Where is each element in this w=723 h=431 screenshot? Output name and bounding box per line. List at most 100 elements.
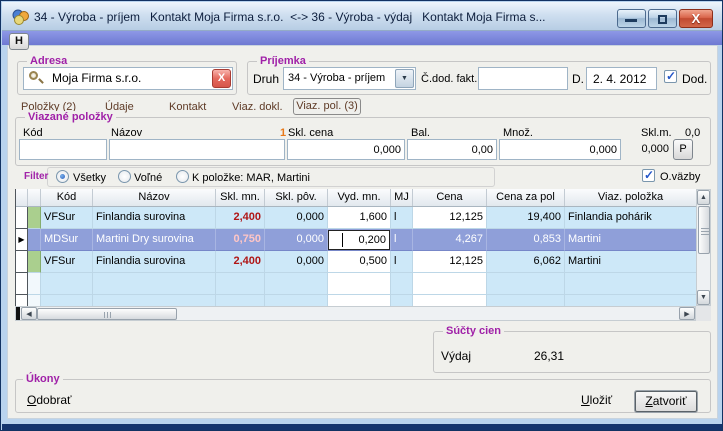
odobrat-action[interactable]: Odobrať — [27, 393, 72, 407]
table-cell[interactable] — [216, 295, 265, 306]
close-button[interactable]: X — [679, 9, 713, 28]
table-cell[interactable]: l — [391, 207, 413, 229]
table-cell[interactable] — [328, 295, 391, 306]
column-header-1[interactable]: Kód — [41, 189, 93, 206]
splitter-handle[interactable] — [16, 307, 20, 320]
radio-k-polozke[interactable] — [176, 170, 189, 183]
table-cell[interactable]: l — [391, 229, 413, 251]
table-cell[interactable] — [28, 295, 41, 306]
table-cell[interactable]: 0,200 — [328, 229, 391, 251]
table-cell[interactable]: Martini Dry surovina — [93, 229, 216, 251]
table-cell[interactable]: 0,500 — [328, 251, 391, 273]
table-cell[interactable] — [328, 273, 391, 295]
table-cell[interactable] — [265, 295, 328, 306]
row-selector[interactable] — [16, 251, 28, 273]
column-header-8[interactable]: Cena za pol — [487, 189, 565, 206]
table-cell[interactable]: 12,125 — [413, 251, 487, 273]
table-cell[interactable] — [487, 295, 565, 306]
adresa-clear-button[interactable]: X — [212, 69, 231, 88]
table-cell[interactable]: 0,000 — [265, 251, 328, 273]
tab-kontakt[interactable]: Kontakt — [169, 101, 206, 113]
table-cell[interactable]: 4,267 — [413, 229, 487, 251]
column-header-blank[interactable] — [28, 189, 41, 206]
table-cell[interactable]: 19,400 — [487, 207, 565, 229]
zatvorit-button[interactable]: Zatvoriť — [635, 391, 697, 412]
table-cell[interactable]: Finlandia surovina — [93, 251, 216, 273]
ulozit-action[interactable]: Uložiť — [581, 393, 612, 407]
mnoz-input[interactable] — [499, 139, 621, 160]
table-cell[interactable] — [565, 273, 696, 295]
table-cell[interactable] — [16, 273, 28, 295]
row-marker-green[interactable] — [28, 207, 41, 229]
vyd-mn-edit-cell[interactable]: 0,200 — [328, 230, 390, 250]
table-cell[interactable]: l — [391, 251, 413, 273]
radio-vsetky[interactable] — [56, 170, 69, 183]
adresa-field[interactable]: Moja Firma s.r.o. — [23, 67, 233, 90]
table-cell[interactable]: 0,853 — [487, 229, 565, 251]
table-cell[interactable]: MDSur — [41, 229, 93, 251]
tab-viaz-dokl[interactable]: Viaz. dokl. — [232, 101, 283, 113]
column-header-7[interactable]: Cena — [413, 189, 487, 206]
table-cell[interactable] — [28, 229, 41, 251]
table-row[interactable]: VFSur Finlandia surovina 2,400 0,000 1,600 l 1… — [16, 207, 696, 229]
scroll-up-button[interactable]: ▲ — [697, 190, 710, 205]
table-cell[interactable]: Martini — [565, 251, 696, 273]
table-cell[interactable]: 2,400 — [216, 251, 265, 273]
column-header-2[interactable]: Názov — [93, 189, 216, 206]
table-row-empty[interactable] — [16, 273, 696, 295]
column-header-5[interactable]: Vyd. mn. — [328, 189, 391, 206]
table-cell[interactable] — [93, 295, 216, 306]
column-header-blank[interactable] — [16, 189, 28, 206]
dod-checkbox[interactable] — [664, 69, 677, 83]
column-header-9[interactable]: Viaz. položka — [565, 189, 696, 206]
column-header-4[interactable]: Skl. pôv. — [265, 189, 328, 206]
bal-input[interactable] — [407, 139, 497, 160]
scroll-left-button[interactable]: ◀ — [21, 307, 37, 320]
table-cell[interactable]: 1,600 — [328, 207, 391, 229]
chevron-down-icon[interactable]: ▼ — [395, 69, 414, 88]
table-cell[interactable] — [265, 273, 328, 295]
table-cell[interactable]: 0,750 — [216, 229, 265, 251]
horizontal-scroll-thumb[interactable] — [37, 308, 177, 320]
table-cell[interactable]: VFSur — [41, 251, 93, 273]
titlebar[interactable]: 34 - Výroba - príjem Kontakt Moja Firma … — [2, 2, 722, 31]
cdod-input[interactable] — [478, 67, 568, 90]
row-pointer-icon[interactable]: ▶ — [16, 229, 28, 251]
scroll-down-button[interactable]: ▼ — [697, 290, 710, 305]
table-cell[interactable] — [413, 295, 487, 306]
table-cell[interactable]: 0,000 — [265, 207, 328, 229]
table-cell[interactable] — [216, 273, 265, 295]
table-cell[interactable] — [16, 295, 28, 306]
table-cell[interactable] — [391, 273, 413, 295]
column-header-6[interactable]: MJ — [391, 189, 413, 206]
minimize-button[interactable] — [617, 9, 646, 28]
table-cell[interactable]: Finlandia surovina — [93, 207, 216, 229]
p-button[interactable]: P — [673, 139, 693, 160]
table-cell[interactable] — [487, 273, 565, 295]
table-cell[interactable]: Finlandia pohárik — [565, 207, 696, 229]
table-cell[interactable] — [93, 273, 216, 295]
table-row-empty[interactable] — [16, 295, 696, 306]
column-header-3[interactable]: Skl. mn. — [216, 189, 265, 206]
date-input[interactable] — [586, 67, 657, 90]
viazane-polozky-table[interactable]: Kód Názov Skl. mn. Skl. pôv. Vyd. mn. MJ Cena C… — [15, 189, 696, 306]
table-cell[interactable] — [391, 295, 413, 306]
druh-combobox[interactable]: 34 - Výroba - príjem ▼ — [283, 67, 416, 90]
kod-input[interactable] — [19, 139, 107, 160]
table-cell[interactable] — [41, 273, 93, 295]
table-cell[interactable]: 12,125 — [413, 207, 487, 229]
skl-cena-input[interactable] — [287, 139, 405, 160]
table-row-selected[interactable]: ▶ MDSur Martini Dry surovina 0,750 0,000 0,20… — [16, 229, 696, 251]
table-cell[interactable] — [565, 295, 696, 306]
row-marker-green[interactable] — [28, 251, 41, 273]
table-cell[interactable] — [28, 273, 41, 295]
table-cell[interactable]: 0,000 — [265, 229, 328, 251]
row-selector[interactable] — [16, 207, 28, 229]
ovazby-checkbox[interactable] — [642, 168, 655, 182]
vertical-scroll-thumb[interactable] — [698, 206, 710, 254]
tab-viaz-pol-active[interactable]: Viaz. pol. (3) — [293, 98, 361, 115]
table-cell[interactable]: Martini — [565, 229, 696, 251]
table-cell[interactable]: 2,400 — [216, 207, 265, 229]
table-cell[interactable]: 6,062 — [487, 251, 565, 273]
h-toolbar-button[interactable]: H — [9, 33, 29, 50]
